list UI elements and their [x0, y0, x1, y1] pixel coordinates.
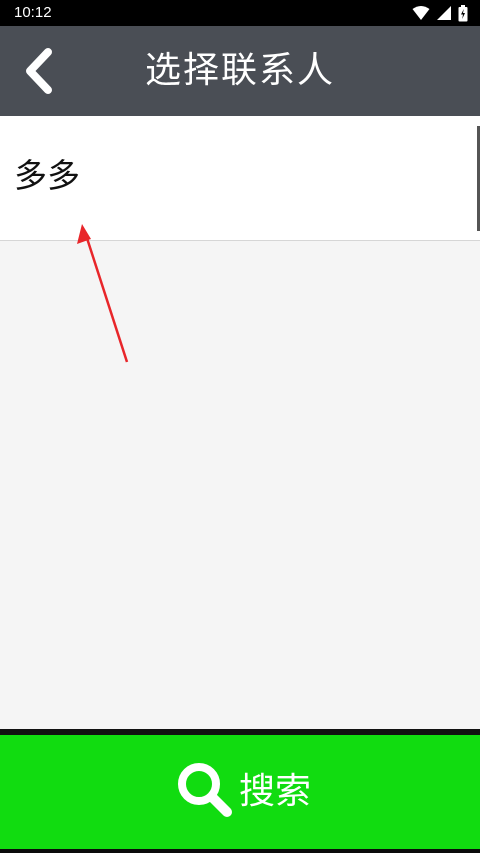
back-button[interactable] [14, 44, 68, 98]
contact-name: 多多 [14, 156, 80, 195]
contact-list: 多多 [0, 116, 480, 241]
battery-icon [458, 4, 468, 22]
signal-icon [436, 5, 452, 21]
list-item[interactable]: 多多 [0, 116, 480, 241]
page-title: 选择联系人 [144, 50, 335, 91]
status-bar: 10:12 [0, 0, 480, 26]
search-label: 搜索 [239, 771, 312, 812]
search-button[interactable]: 搜索 [0, 735, 480, 849]
chevron-left-icon [14, 48, 68, 102]
status-time: 10:12 [14, 4, 52, 21]
bottom-edge [0, 849, 480, 853]
title-bar: 选择联系人 [0, 26, 480, 116]
status-icons [412, 4, 468, 22]
wifi-icon [412, 5, 430, 21]
search-icon [175, 760, 235, 824]
